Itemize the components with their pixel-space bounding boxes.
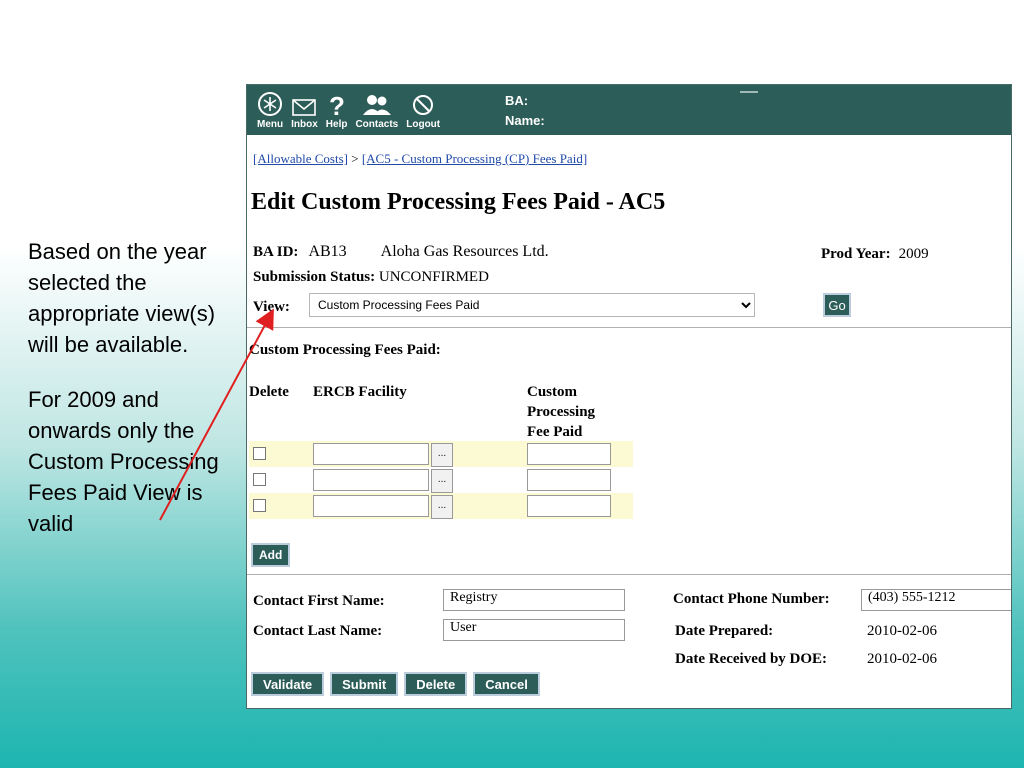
svg-text:?: ? <box>329 91 345 117</box>
fee-paid-input[interactable] <box>527 443 611 465</box>
name-label: Name: <box>505 113 545 128</box>
ba-id-value: AB13 <box>308 243 347 260</box>
add-button[interactable]: Add <box>251 543 291 567</box>
table-row: ... <box>249 467 633 493</box>
date-prepared-value: 2010-02-06 <box>867 623 937 639</box>
col-fee-header-line2: Processing <box>527 404 596 420</box>
facility-lookup-button[interactable]: ... <box>431 443 453 467</box>
status-label: Submission Status: <box>253 269 376 285</box>
ba-id-row: BA ID: AB13 Aloha Gas Resources Ltd. <box>253 243 549 261</box>
toolbar-divider <box>740 91 758 93</box>
logout-button[interactable]: Logout <box>402 91 444 130</box>
contacts-label: Contacts <box>355 119 399 130</box>
fee-paid-input[interactable] <box>527 469 611 491</box>
date-prepared-label: Date Prepared: <box>675 623 774 639</box>
divider <box>247 327 1011 328</box>
ba-id-label: BA ID: <box>253 244 299 260</box>
col-fee-header: Custom Processing Fee Paid <box>527 382 595 442</box>
inbox-icon <box>292 91 317 117</box>
divider <box>247 574 1011 575</box>
toolbar-nav: Menu Inbox ? Help Contacts Logout <box>253 91 444 130</box>
page-title: Edit Custom Processing Fees Paid - AC5 <box>251 189 666 215</box>
breadcrumb: [Allowable Costs] > [AC5 - Custom Proces… <box>253 151 587 167</box>
prod-year-value: 2009 <box>898 246 929 262</box>
company-name: Aloha Gas Resources Ltd. <box>380 243 549 260</box>
contacts-button[interactable]: Contacts <box>351 91 402 130</box>
col-facility-header: ERCB Facility <box>313 384 407 400</box>
view-select[interactable]: Custom Processing Fees Paid <box>309 293 755 317</box>
help-label: Help <box>325 119 348 130</box>
ba-label: BA: <box>505 93 529 108</box>
breadcrumb-allowable-costs[interactable]: [Allowable Costs] <box>253 151 348 166</box>
delete-button[interactable]: Delete <box>404 672 468 696</box>
contacts-icon <box>362 91 392 117</box>
facility-input[interactable] <box>313 443 429 465</box>
first-name-label: Contact First Name: <box>253 593 385 609</box>
table-row: ... <box>249 493 633 519</box>
prod-year: Prod Year: 2009 <box>821 245 929 263</box>
date-received-value: 2010-02-06 <box>867 651 937 667</box>
logout-icon <box>411 91 435 117</box>
prod-year-label: Prod Year: <box>821 246 891 262</box>
facility-input[interactable] <box>313 495 429 517</box>
annotation-para-2: For 2009 and onwards only the Custom Pro… <box>28 387 219 536</box>
last-name-field[interactable]: User <box>443 619 625 641</box>
logout-label: Logout <box>406 119 441 130</box>
date-received-label: Date Received by DOE: <box>675 651 828 667</box>
toolbar: Menu Inbox ? Help Contacts Logout BA: Na… <box>247 85 1011 135</box>
fee-paid-input[interactable] <box>527 495 611 517</box>
help-icon: ? <box>328 91 346 117</box>
phone-field[interactable]: (403) 555-1212 <box>861 589 1011 611</box>
fees-section-title: Custom Processing Fees Paid: <box>249 342 441 358</box>
annotation-note: Based on the year selected the appropria… <box>28 236 228 563</box>
inbox-label: Inbox <box>291 119 318 130</box>
delete-checkbox[interactable] <box>253 447 266 460</box>
col-fee-header-line1: Custom <box>527 384 578 400</box>
facility-input[interactable] <box>313 469 429 491</box>
menu-button[interactable]: Menu <box>253 91 287 130</box>
app-window: Menu Inbox ? Help Contacts Logout BA: Na… <box>246 84 1012 709</box>
ba-info: BA: Name: <box>505 91 545 131</box>
menu-label: Menu <box>257 119 284 130</box>
delete-checkbox[interactable] <box>253 499 266 512</box>
status-value: UNCONFIRMED <box>378 269 489 285</box>
submit-button[interactable]: Submit <box>330 672 399 696</box>
facility-lookup-button[interactable]: ... <box>431 495 453 519</box>
action-bar: Validate Submit Delete Cancel <box>251 672 540 696</box>
col-fee-header-line3: Fee Paid <box>527 424 583 440</box>
phone-label: Contact Phone Number: <box>673 591 830 607</box>
help-button[interactable]: ? Help <box>322 91 352 130</box>
delete-checkbox[interactable] <box>253 473 266 486</box>
first-name-field[interactable]: Registry <box>443 589 625 611</box>
col-delete-header: Delete <box>249 384 289 400</box>
menu-icon <box>257 91 283 117</box>
facility-lookup-button[interactable]: ... <box>431 469 453 493</box>
last-name-label: Contact Last Name: <box>253 623 383 639</box>
submission-status: Submission Status: UNCONFIRMED <box>253 269 489 286</box>
breadcrumb-separator: > <box>347 151 362 166</box>
cancel-button[interactable]: Cancel <box>473 672 540 696</box>
view-label: View: <box>253 299 290 315</box>
breadcrumb-ac5[interactable]: [AC5 - Custom Processing (CP) Fees Paid] <box>362 151 587 166</box>
validate-button[interactable]: Validate <box>251 672 325 696</box>
annotation-para-1: Based on the year selected the appropria… <box>28 239 216 357</box>
inbox-button[interactable]: Inbox <box>287 91 322 130</box>
go-button[interactable]: Go <box>823 293 851 317</box>
table-row: ... <box>249 441 633 467</box>
